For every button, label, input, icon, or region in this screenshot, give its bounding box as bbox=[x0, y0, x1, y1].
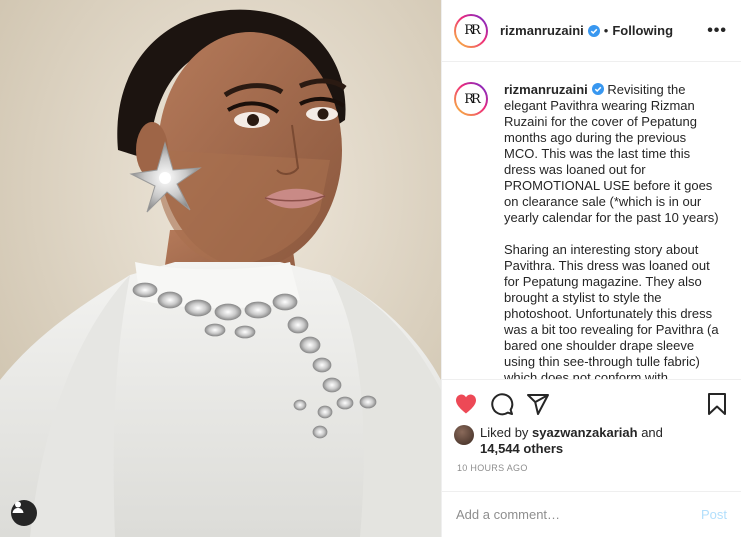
author-avatar[interactable]: RR bbox=[454, 13, 488, 48]
rr-logo-glyph: RR bbox=[464, 23, 480, 38]
caption-paragraph-1: rizmanruzaini Revisiting the elegant Pav… bbox=[504, 82, 722, 226]
user-tag-icon bbox=[12, 501, 24, 513]
avatar-logo: RR bbox=[456, 15, 486, 46]
instagram-post: RR rizmanruzaini • Following ••• RR rizm… bbox=[0, 0, 741, 537]
liker-username[interactable]: syazwanzakariah bbox=[532, 425, 638, 440]
more-options-button[interactable]: ••• bbox=[707, 22, 727, 40]
likes-summary: Liked by syazwanzakariah and 14,544 othe… bbox=[454, 425, 729, 457]
likes-prefix: Liked by bbox=[480, 425, 529, 440]
caption: RR rizmanruzaini Revisiting the elegant … bbox=[454, 82, 727, 379]
author-username[interactable]: rizmanruzaini bbox=[500, 23, 584, 38]
likes-and: and bbox=[641, 425, 663, 440]
caption-paragraph-2: Sharing an interesting story about Pavit… bbox=[504, 242, 719, 379]
post-side-panel: RR rizmanruzaini • Following ••• RR rizm… bbox=[441, 0, 741, 537]
liker-avatar[interactable] bbox=[454, 425, 474, 445]
user-tag-button[interactable] bbox=[11, 500, 37, 526]
following-button[interactable]: Following bbox=[612, 23, 673, 38]
action-icons bbox=[454, 390, 729, 418]
post-actions: Liked by syazwanzakariah and 14,544 othe… bbox=[442, 379, 741, 473]
photo-illustration bbox=[0, 0, 441, 537]
avatar-logo: RR bbox=[456, 84, 486, 114]
post-comment-button[interactable]: Post bbox=[701, 507, 727, 522]
add-comment-bar: Post bbox=[442, 491, 741, 537]
rr-logo-glyph: RR bbox=[464, 91, 480, 107]
comment-bubble-icon[interactable] bbox=[490, 392, 514, 416]
header-separator: • bbox=[603, 23, 609, 38]
post-photo[interactable] bbox=[0, 0, 441, 537]
caption-text: rizmanruzaini Revisiting the elegant Pav… bbox=[504, 82, 722, 379]
likes-count-link[interactable]: 14,544 others bbox=[480, 441, 563, 456]
comments-section[interactable]: RR rizmanruzaini Revisiting the elegant … bbox=[442, 62, 741, 379]
comment-input[interactable] bbox=[456, 507, 701, 522]
bookmark-icon[interactable] bbox=[705, 392, 729, 416]
post-header: RR rizmanruzaini • Following ••• bbox=[442, 0, 741, 62]
paper-plane-icon[interactable] bbox=[526, 392, 550, 416]
caption-author-avatar[interactable]: RR bbox=[454, 82, 488, 116]
verified-badge-icon bbox=[591, 83, 604, 95]
caption-username[interactable]: rizmanruzaini bbox=[504, 82, 588, 97]
likes-text: Liked by syazwanzakariah and 14,544 othe… bbox=[480, 425, 663, 457]
caption-body-1: Revisiting the elegant Pavithra wearing … bbox=[504, 82, 719, 225]
verified-badge-icon bbox=[587, 24, 600, 37]
post-timestamp[interactable]: 10 HOURS AGO bbox=[454, 463, 729, 473]
heart-filled-icon[interactable] bbox=[454, 392, 478, 416]
